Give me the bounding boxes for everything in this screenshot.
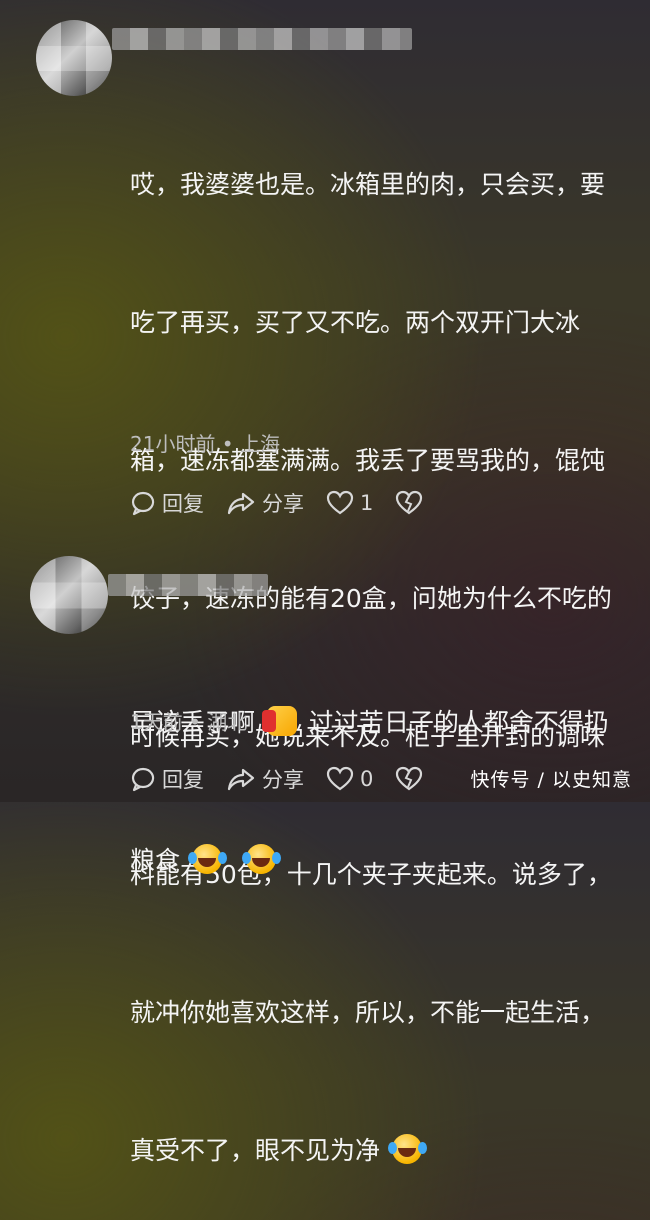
comment-line-text: 过过苦日子的人都舍不得扔 [308, 708, 609, 737]
comment-line: 真受不了，眼不见为净 [130, 1128, 635, 1174]
comment-line-text: 粮食 [130, 846, 181, 875]
dislike-button[interactable] [395, 490, 429, 516]
reply-button[interactable]: 回复 [130, 764, 204, 794]
comment-meta: 21小时前 • 上海 [130, 432, 280, 456]
commenter-name-blurred[interactable] [112, 28, 412, 50]
fist-emoji-icon [261, 706, 297, 736]
laughing-crying-emoji-icon [387, 1134, 422, 1164]
dislike-button[interactable] [395, 766, 429, 792]
reply-label: 回复 [162, 492, 204, 516]
share-icon [227, 768, 255, 791]
source-watermark: 快传号 / 以史知意 [470, 769, 632, 791]
reply-button[interactable]: 回复 [130, 488, 204, 518]
broken-heart-icon [396, 490, 423, 515]
comment-line: 哎，我婆婆也是。冰箱里的肉，只会买，要 [130, 170, 606, 199]
laughing-crying-emoji-icon [187, 844, 222, 874]
share-label: 分享 [262, 492, 304, 516]
like-button[interactable]: 0 [326, 766, 373, 792]
broken-heart-icon [396, 766, 423, 791]
comment-actions: 回复 分享 0 [130, 764, 451, 794]
share-button[interactable]: 分享 [226, 488, 304, 518]
reply-icon [131, 767, 155, 792]
comment-line: 粮食 [130, 838, 635, 884]
commenter-avatar[interactable] [30, 556, 108, 634]
comment-actions: 回复 分享 1 [130, 488, 451, 518]
commenter-avatar[interactable] [36, 20, 112, 96]
like-count: 1 [360, 491, 374, 515]
like-button[interactable]: 1 [326, 490, 373, 516]
laughing-crying-emoji-icon [241, 844, 276, 874]
commenter-name-blurred[interactable] [108, 574, 268, 596]
heart-icon [326, 766, 354, 791]
reply-label: 回复 [162, 768, 204, 792]
heart-icon [326, 490, 354, 515]
comment-line-text: 真受不了，眼不见为净 [130, 1136, 381, 1165]
share-button[interactable]: 分享 [226, 764, 304, 794]
reply-icon [131, 491, 155, 516]
like-count: 0 [360, 767, 374, 791]
comment-meta: 1天前 • 湖北 [130, 710, 248, 734]
comment-line: 吃了再买，买了又不吃。两个双开门大冰 [130, 308, 581, 337]
comment-line: 就冲你她喜欢这样，所以，不能一起生活， [130, 998, 606, 1027]
share-label: 分享 [262, 768, 304, 792]
share-icon [227, 492, 255, 515]
